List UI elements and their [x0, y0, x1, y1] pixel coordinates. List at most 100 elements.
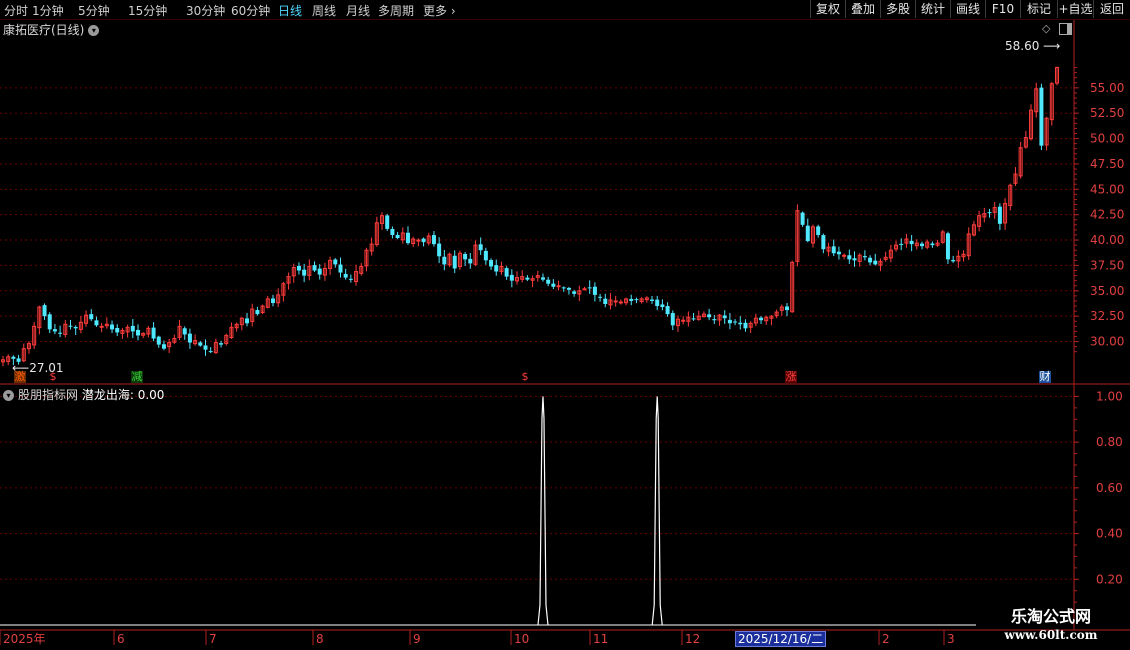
- candle-body: [551, 283, 556, 287]
- candle-body: [494, 265, 499, 272]
- indicator-spike: [537, 396, 549, 626]
- grid: [0, 20, 1130, 631]
- price-tick-label: 50.00: [1090, 132, 1124, 146]
- tab-timeframe-5[interactable]: 60分钟: [231, 2, 270, 19]
- signal-marker: 财: [1039, 370, 1051, 383]
- candle-body: [296, 265, 301, 271]
- candle-body: [707, 314, 712, 318]
- candle-body: [317, 268, 322, 275]
- tab-timeframe-4[interactable]: 30分钟: [186, 2, 225, 19]
- candle-body: [94, 320, 99, 326]
- candle-body: [302, 269, 307, 276]
- candle-body: [333, 259, 338, 265]
- candle-body: [135, 329, 140, 336]
- candle-body: [670, 313, 675, 326]
- tab-timeframe-9[interactable]: 多周期: [378, 2, 414, 19]
- candle-body: [73, 326, 78, 329]
- candle-body: [478, 244, 483, 251]
- candle-body: [348, 278, 353, 280]
- price-axis: 30.00 32.50 35.00 37.50 40.00 42.50 45.00 47.50…: [1074, 67, 1124, 603]
- toolbar-button-1[interactable]: 叠加: [845, 0, 880, 18]
- indicator-tick-label: 0.60: [1096, 481, 1123, 495]
- time-tick-label: 6: [117, 632, 125, 646]
- candle-body: [437, 243, 442, 257]
- indicator-tick-label: 0.80: [1096, 435, 1123, 449]
- candle-body: [343, 273, 348, 278]
- candle-body: [390, 228, 395, 235]
- candle-body: [338, 264, 343, 273]
- candle-body: [556, 285, 561, 288]
- toolbar-button-7[interactable]: +自选: [1057, 0, 1093, 18]
- candle-body: [161, 344, 166, 349]
- candle-body: [198, 342, 203, 346]
- chart-title: 康拓医疗(日线): [3, 23, 85, 37]
- tab-timeframe-0[interactable]: 分时: [4, 2, 28, 19]
- indicator-tick-label: 0.40: [1096, 527, 1123, 541]
- chart-title-row[interactable]: 康拓医疗(日线) ▾: [3, 21, 100, 38]
- chart-area[interactable]: 30.0032.5035.0037.5040.0042.5045.0047.50…: [0, 20, 1130, 650]
- high-price-label: 58.60 ⟶: [1005, 39, 1061, 53]
- signal-marker: 涨: [785, 370, 797, 383]
- candle-body: [816, 226, 821, 235]
- panel-toggle-icon[interactable]: [1059, 23, 1072, 35]
- candle-body: [546, 279, 551, 284]
- candle-body: [52, 329, 57, 332]
- candle-body: [42, 305, 47, 317]
- price-tick-label: 55.00: [1090, 81, 1124, 95]
- price-tick-label: 42.50: [1090, 208, 1124, 222]
- candle-body: [187, 333, 192, 343]
- candle-body: [951, 260, 956, 262]
- time-tick-label: 8: [316, 632, 324, 646]
- price-tick-label: 30.00: [1090, 335, 1124, 349]
- candle-body: [110, 324, 115, 330]
- candle-body: [587, 287, 592, 289]
- tab-timeframe-2[interactable]: 5分钟: [78, 2, 110, 19]
- chevron-down-icon[interactable]: ▾: [3, 390, 14, 401]
- candle-body: [442, 256, 447, 265]
- toolbar-button-0[interactable]: 复权: [810, 0, 845, 18]
- diamond-icon[interactable]: ◇: [1042, 22, 1050, 35]
- candle-body: [800, 212, 805, 225]
- candle-body: [634, 299, 639, 301]
- candle-body: [208, 351, 213, 353]
- candle-body: [255, 310, 260, 315]
- tab-timeframe-3[interactable]: 15分钟: [128, 2, 167, 19]
- candle-body: [489, 260, 494, 267]
- toolbar-button-6[interactable]: 标记: [1020, 0, 1057, 18]
- indicator-source: 股朋指标网: [18, 388, 79, 402]
- time-tick-label: 2025年: [3, 632, 46, 646]
- candle-body: [613, 300, 618, 303]
- candle-body: [909, 240, 914, 245]
- candle-body: [997, 206, 1002, 224]
- candle-body: [618, 301, 623, 304]
- chevron-down-icon[interactable]: ▾: [88, 25, 100, 36]
- tab-timeframe-10[interactable]: 更多 ›: [423, 2, 456, 19]
- indicator-title-row[interactable]: ▾ 股朋指标网 潜龙出海: 0.00: [3, 386, 164, 403]
- indicator-colon: :: [129, 388, 138, 402]
- candle-body: [681, 319, 686, 322]
- candle-body: [598, 296, 603, 298]
- price-tick-label: 32.50: [1090, 309, 1124, 323]
- time-tick-label: 2: [882, 632, 890, 646]
- toolbar-button-4[interactable]: 画线: [950, 0, 985, 18]
- candle-body: [203, 345, 208, 350]
- tab-timeframe-6[interactable]: 日线: [278, 2, 302, 19]
- candle-body: [582, 288, 587, 291]
- candle-body: [156, 336, 161, 345]
- candle-body: [785, 306, 790, 311]
- tab-timeframe-8[interactable]: 月线: [346, 2, 370, 19]
- tab-timeframe-7[interactable]: 周线: [312, 2, 336, 19]
- candle-body: [868, 257, 873, 263]
- candle-body: [509, 274, 514, 281]
- toolbar-button-8[interactable]: 返回: [1093, 0, 1130, 18]
- time-tick-label: 3: [947, 632, 955, 646]
- signal-marker: $: [521, 370, 529, 383]
- candle-body: [405, 232, 410, 244]
- toolbar-button-2[interactable]: 多股: [880, 0, 915, 18]
- tab-timeframe-1[interactable]: 1分钟: [32, 2, 64, 19]
- toolbar-button-3[interactable]: 统计: [915, 0, 950, 18]
- toolbar-button-5[interactable]: F10: [985, 0, 1020, 18]
- candle-body: [68, 325, 73, 327]
- candle-body: [821, 235, 826, 250]
- candlestick-series: [1, 66, 1059, 367]
